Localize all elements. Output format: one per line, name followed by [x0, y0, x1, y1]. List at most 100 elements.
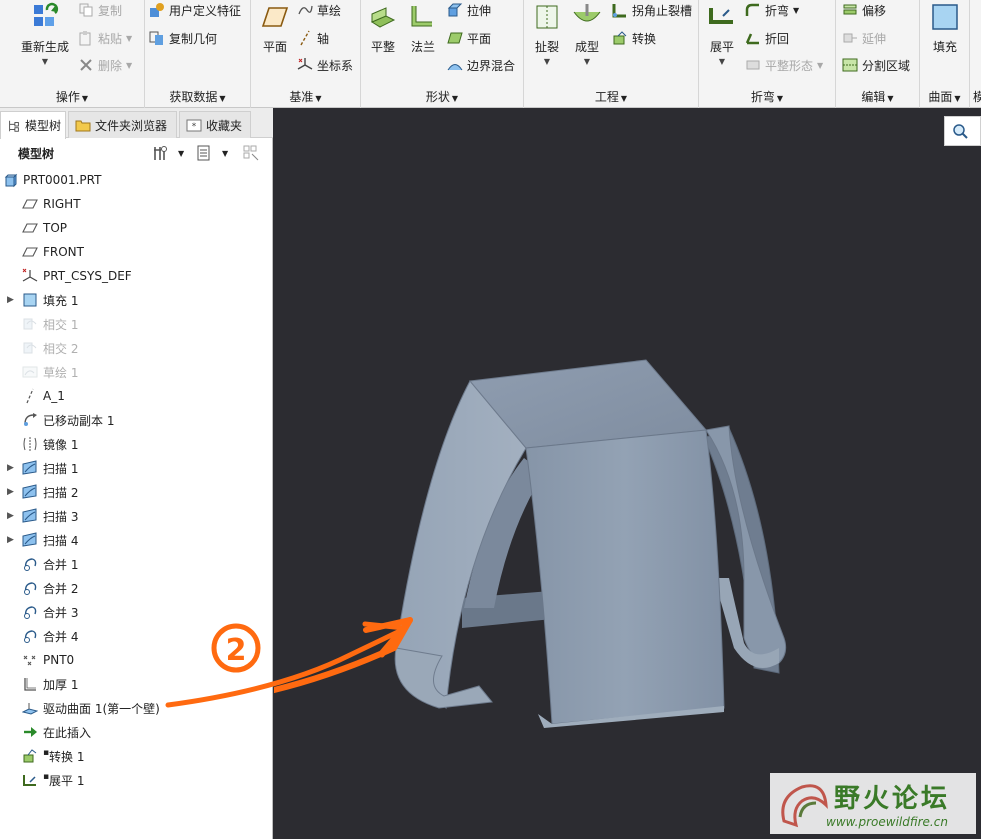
split-area-label: 分割区域 [862, 58, 911, 73]
copy-button[interactable]: 复制 [78, 0, 122, 20]
tree-item[interactable]: ▶ 扫描 2 [0, 480, 272, 504]
flat-wall-button[interactable]: 平整 [365, 2, 401, 55]
expand-arrow-icon[interactable]: ▶ [7, 487, 14, 497]
split-area-button[interactable]: 分割区域 [842, 55, 910, 75]
graphics-viewport[interactable]: 2 [274, 108, 981, 839]
form-icon [572, 2, 602, 32]
group-label-surface[interactable]: 曲面 ▼ [920, 88, 969, 104]
moved-copy-icon [22, 412, 38, 428]
boundary-blend-button[interactable]: 边界混合 [447, 55, 515, 75]
convert-button[interactable]: 转换 [612, 28, 656, 48]
zoom-icon[interactable] [952, 123, 968, 139]
group-label-bend[interactable]: 折弯 ▼ [699, 88, 835, 104]
flange-button[interactable]: 法兰 [405, 2, 441, 55]
tab-favorites[interactable]: * 收藏夹 [179, 111, 251, 138]
paste-button[interactable]: 粘贴 ▼ [78, 28, 132, 48]
favorites-icon: * [186, 117, 202, 133]
form-button[interactable]: 成型 ▼ [568, 2, 606, 66]
tree-filter-button[interactable]: ▼ [196, 143, 228, 163]
flange-label: 法兰 [410, 40, 435, 54]
datum-plane-icon [260, 2, 290, 32]
tree-item[interactable]: RIGHT [0, 192, 272, 216]
extrude-button[interactable]: 拉伸 [447, 0, 491, 20]
axis-button[interactable]: 轴 [297, 28, 329, 48]
group-label-engineering[interactable]: 工程 ▼ [524, 88, 698, 104]
tab-model-tree[interactable]: 模型树 [0, 111, 66, 139]
tree-item[interactable]: 合并 2 [0, 576, 272, 600]
sweep-icon [22, 532, 38, 548]
tree-item[interactable]: FRONT [0, 240, 272, 264]
datum-plane-button[interactable]: 平面 [255, 2, 295, 55]
group-model-cutoff: 模 [970, 0, 981, 108]
tree-item[interactable]: 相交 1 [0, 312, 272, 336]
tree-item[interactable]: ▶ 扫描 4 [0, 528, 272, 552]
tree-item[interactable]: ▶ 扫描 3 [0, 504, 272, 528]
sketch-button[interactable]: 草绘 [297, 0, 341, 20]
corner-relief-button[interactable]: 拐角止裂槽 [612, 0, 692, 20]
merge-icon [22, 604, 38, 620]
tree-item-label: A_1 [43, 389, 65, 403]
tree-item[interactable]: A_1 [0, 384, 272, 408]
group-label-get-data[interactable]: 获取数据 ▼ [145, 88, 250, 104]
extrude-icon [447, 2, 463, 18]
udf-button[interactable]: 用户定义特征 [149, 0, 241, 20]
tree-item[interactable]: ▶ 扫描 1 [0, 456, 272, 480]
plane-wall-button[interactable]: 平面 [447, 28, 491, 48]
unbend-button[interactable]: 展平 ▼ [703, 2, 741, 66]
tree-item[interactable]: 已移动副本 1 [0, 408, 272, 432]
datum-plane-label: 平面 [262, 40, 287, 54]
expand-arrow-icon[interactable]: ▶ [7, 463, 14, 473]
offset-button[interactable]: 偏移 [842, 0, 886, 20]
tree-item[interactable]: 相交 2 [0, 336, 272, 360]
sketch-icon [22, 364, 38, 380]
udf-label: 用户定义特征 [169, 3, 242, 18]
tree-item-label: 合并 2 [43, 581, 79, 596]
tree-item[interactable]: 合并 1 [0, 552, 272, 576]
tree-item[interactable]: 草绘 1 [0, 360, 272, 384]
group-operations: 重新生成 ▼ 复制 粘贴 ▼ 删除 ▼ 操作 ▼ [0, 0, 145, 108]
expand-arrow-icon[interactable]: ▶ [7, 535, 14, 545]
tree-item-label: 合并 3 [43, 605, 79, 620]
copy-geometry-button[interactable]: 复制几何 [149, 28, 217, 48]
tree-item[interactable]: 镜像 1 [0, 432, 272, 456]
bend-back-button[interactable]: 折回 [745, 28, 789, 48]
tree-item[interactable]: ▪ 转换 1 [0, 744, 272, 768]
watermark: 野火论坛 www.proewildfire.cn [770, 773, 976, 834]
tree-item[interactable]: ▶ 填充 1 [0, 288, 272, 312]
tree-settings-button[interactable]: ▼ [152, 143, 184, 163]
tab-folder-browser[interactable]: 文件夹浏览器 [68, 111, 177, 138]
group-datum: 平面 草绘 轴 坐标系 基准 ▼ [251, 0, 361, 108]
extend-button[interactable]: 延伸 [842, 28, 886, 48]
tree-columns-button[interactable] [243, 143, 263, 163]
group-label-cutoff[interactable]: 模 [970, 88, 981, 104]
axis-label: 轴 [317, 31, 330, 46]
flat-pattern-button[interactable]: 平整形态 ▼ [745, 55, 823, 75]
csys-label: 坐标系 [317, 58, 354, 73]
chevron-down-icon: ▼ [126, 60, 133, 70]
chevron-down-icon: ▼ [817, 60, 824, 70]
sweep-icon [22, 484, 38, 500]
regenerate-label: 重新生成 [20, 40, 69, 54]
expand-arrow-icon[interactable]: ▶ [7, 295, 14, 305]
bend-button[interactable]: 折弯 ▼ [745, 0, 799, 20]
group-label-edit[interactable]: 编辑 ▼ [836, 88, 919, 104]
tree-item[interactable]: 在此插入 [0, 720, 272, 744]
expand-arrow-icon[interactable]: ▶ [7, 511, 14, 521]
tree-item-label: 合并 4 [43, 629, 79, 644]
regenerate-button[interactable]: 重新生成 ▼ [14, 2, 76, 66]
group-label-operations[interactable]: 操作 ▼ [0, 88, 144, 104]
rip-button[interactable]: 扯裂 ▼ [528, 2, 566, 66]
group-label-shapes[interactable]: 形状 ▼ [361, 88, 523, 104]
folder-icon [75, 117, 91, 133]
tree-item[interactable]: ▪ 展平 1 [0, 768, 272, 792]
tree-item[interactable]: PRT_CSYS_DEF [0, 264, 272, 288]
group-label-datum[interactable]: 基准 ▼ [251, 88, 360, 104]
corner-relief-icon [612, 2, 628, 18]
tree-item[interactable]: PRT0001.PRT [0, 168, 272, 192]
delete-button[interactable]: 删除 ▼ [78, 55, 132, 75]
tree-item[interactable]: TOP [0, 216, 272, 240]
csys-button[interactable]: 坐标系 [297, 55, 353, 75]
flat-wall-icon [368, 2, 398, 32]
datum-plane-icon [22, 196, 38, 212]
fill-button[interactable]: 填充 [926, 2, 964, 55]
